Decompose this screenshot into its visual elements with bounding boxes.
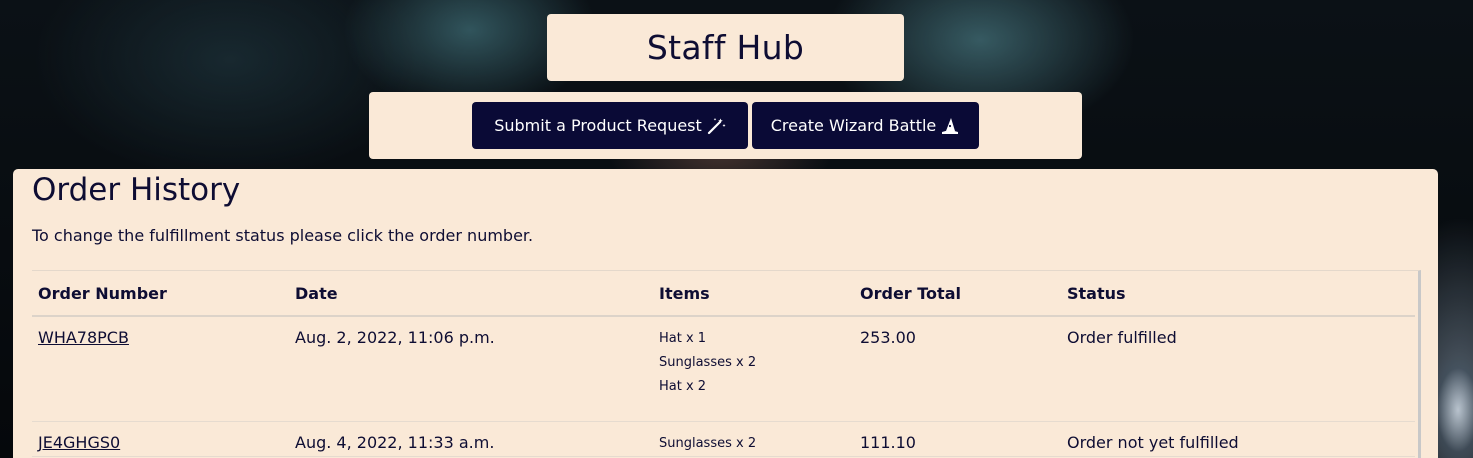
order-status-cell: Order fulfilled	[1061, 316, 1415, 422]
submit-product-request-label: Submit a Product Request	[494, 116, 702, 135]
order-history-heading: Order History	[32, 172, 241, 208]
order-item: Hat x 1	[659, 331, 707, 346]
order-items-cell: Sunglasses x 2	[653, 421, 854, 457]
column-header-items: Items	[653, 271, 854, 317]
order-history-panel: Order History To change the fulfillment …	[13, 169, 1438, 458]
table-row: WHA78PCB Aug. 2, 2022, 11:06 p.m. Hat x …	[32, 316, 1415, 422]
order-number-cell: JE4GHGS0	[32, 421, 289, 457]
column-header-order-total: Order Total	[854, 271, 1061, 317]
order-items-cell: Hat x 1 Sunglasses x 2 Hat x 2	[653, 316, 854, 422]
order-table: Order Number Date Items Order Total Stat…	[32, 271, 1415, 457]
submit-product-request-button[interactable]: Submit a Product Request	[472, 102, 748, 149]
background-image-edge	[1438, 360, 1473, 458]
wizard-hat-icon	[942, 117, 959, 134]
page-title: Staff Hub	[646, 28, 805, 67]
create-wizard-battle-label: Create Wizard Battle	[770, 116, 937, 135]
action-bar: Submit a Product Request Create Wizard B…	[369, 92, 1082, 159]
column-header-order-number: Order Number	[32, 271, 289, 317]
column-header-status: Status	[1061, 271, 1415, 317]
order-item: Sunglasses x 2	[659, 436, 757, 451]
order-number-link[interactable]: JE4GHGS0	[38, 433, 120, 452]
table-row: JE4GHGS0 Aug. 4, 2022, 11:33 a.m. Sungla…	[32, 421, 1415, 457]
create-wizard-battle-button[interactable]: Create Wizard Battle	[752, 102, 979, 149]
magic-wand-icon	[707, 117, 726, 134]
order-item: Hat x 2	[659, 379, 707, 394]
order-total-cell: 111.10	[854, 421, 1061, 457]
order-total-cell: 253.00	[854, 316, 1061, 422]
order-number-cell: WHA78PCB	[32, 316, 289, 422]
order-date-cell: Aug. 4, 2022, 11:33 a.m.	[289, 421, 653, 457]
order-history-note: To change the fulfillment status please …	[32, 226, 534, 245]
order-item: Sunglasses x 2	[659, 355, 757, 370]
column-header-date: Date	[289, 271, 653, 317]
order-status-cell: Order not yet fulfilled	[1061, 421, 1415, 457]
page-title-box: Staff Hub	[547, 14, 904, 81]
table-header-row: Order Number Date Items Order Total Stat…	[32, 271, 1415, 317]
order-date-cell: Aug. 2, 2022, 11:06 p.m.	[289, 316, 653, 422]
order-number-link[interactable]: WHA78PCB	[38, 328, 129, 347]
order-table-scroll[interactable]: Order Number Date Items Order Total Stat…	[32, 270, 1421, 458]
